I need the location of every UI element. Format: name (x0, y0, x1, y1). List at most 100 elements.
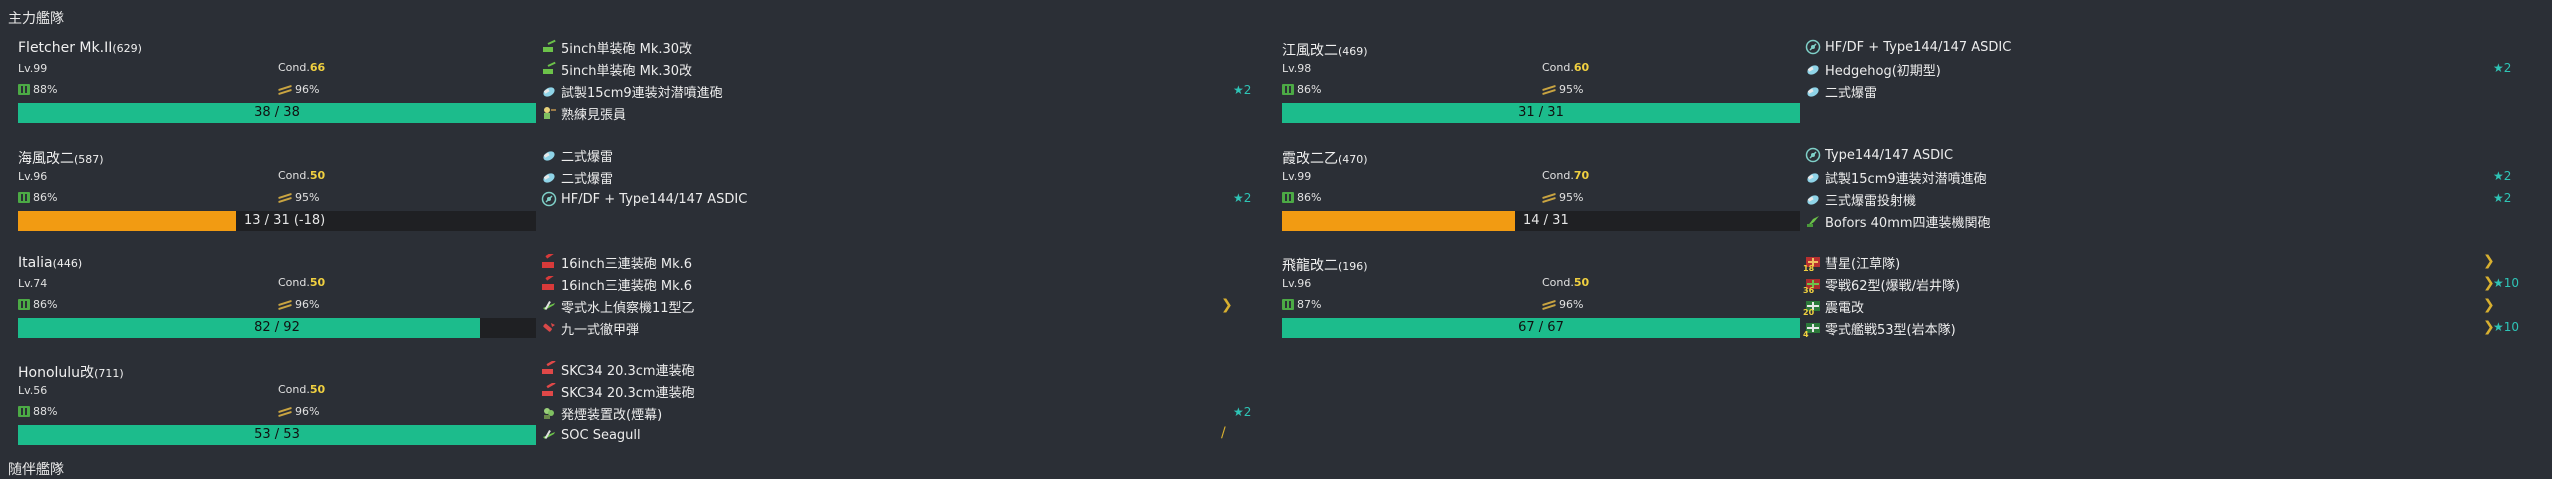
equipment-slot[interactable]: 16inch三連装砲 Mk.6 (541, 252, 1241, 272)
ammo-value: 96% (295, 83, 320, 96)
ship-name[interactable]: 海風改二(587) (18, 148, 104, 168)
equipment-slot[interactable]: 二式爆雷 (1805, 81, 2505, 101)
improvement-level: ★2 (2493, 191, 2512, 205)
equipment-slot[interactable]: 九一式徹甲弾 (541, 318, 1241, 338)
equipment-slot[interactable]: 36 零戦62型(爆戦/岩井隊) ❯ ★10 (1803, 274, 2519, 295)
ship-card: Honolulu改(711) Lv.56 Cond.50 88% 96% 53 / 53 (18, 362, 553, 462)
ship-condition: Cond.70 (1542, 169, 1589, 182)
equipment-slot[interactable]: 20 震電改 ❯ (1803, 296, 2505, 317)
ship-id: (196) (1338, 260, 1368, 273)
lookout-icon (541, 105, 557, 121)
ammo-icon (1542, 300, 1556, 310)
equipment-slot[interactable]: 16inch三連装砲 Mk.6 (541, 274, 1241, 294)
fuel-icon (18, 299, 30, 310)
depth-charge-icon (541, 169, 557, 185)
equipment-slot[interactable]: HF/DF + Type144/147 ASDIC ★2 (541, 189, 1251, 209)
equipment-slot[interactable]: Bofors 40mm四連装機関砲 (1805, 211, 2505, 231)
ship-name[interactable]: 霞改二乙(470) (1282, 148, 1368, 168)
equipment-slot[interactable]: 二式爆雷 (541, 167, 1241, 187)
ammo-value: 95% (1559, 83, 1584, 96)
ammo-status: 95% (1542, 191, 1583, 204)
hp-bar: 53 / 53 (18, 425, 536, 445)
hp-bar: 13 / 31 (-18) (18, 211, 536, 231)
equipment-slot[interactable]: Type144/147 ASDIC (1805, 145, 2505, 165)
small-gun-icon (541, 39, 557, 55)
ship-id: (629) (112, 42, 142, 55)
small-gun-icon (541, 61, 557, 77)
large-gun-icon (541, 276, 557, 292)
ship-name-text: 飛龍改二 (1282, 258, 1338, 274)
hp-text: 82 / 92 (254, 320, 300, 335)
fighter-icon: 20 (1803, 298, 1821, 317)
ship-name-text: 海風改二 (18, 151, 74, 167)
equipment-slot[interactable]: 二式爆雷 (541, 145, 1241, 165)
slot-count: 4 (1803, 330, 1809, 339)
ammo-value: 95% (1559, 191, 1584, 204)
fighter-icon: 4 (1803, 320, 1821, 339)
equipment-slot[interactable]: 熟練見張員 (541, 103, 1241, 123)
fuel-value: 88% (33, 405, 58, 418)
condition-value: 50 (309, 383, 326, 396)
equipment-slot[interactable]: HF/DF + Type144/147 ASDIC (1805, 37, 2505, 57)
ammo-value: 96% (295, 298, 320, 311)
ship-condition: Cond.50 (278, 276, 325, 289)
slot-count: 18 (1803, 264, 1815, 273)
ship-condition: Cond.50 (278, 169, 325, 182)
equipment-name: SOC Seagull (561, 427, 641, 443)
ship-name[interactable]: 飛龍改二(196) (1282, 255, 1368, 275)
equipment-slot[interactable]: SKC34 20.3cm連装砲 (541, 381, 1241, 401)
fuel-value: 86% (33, 298, 58, 311)
dive-bomber-icon: 18 (1803, 254, 1821, 273)
fuel-icon (1282, 84, 1294, 95)
hp-bar: 31 / 31 (1282, 103, 1800, 123)
equipment-slot[interactable]: 三式爆雷投射機 ★2 (1805, 189, 2511, 209)
proficiency-slash-icon: / (1221, 425, 1226, 441)
improvement-level: ★2 (2493, 61, 2512, 75)
ammo-status: 95% (278, 191, 319, 204)
ship-name[interactable]: Honolulu改(711) (18, 362, 124, 382)
equipment-slot[interactable]: 5inch単装砲 Mk.30改 (541, 37, 1241, 57)
ship-id: (469) (1338, 45, 1368, 58)
ship-id: (470) (1338, 153, 1368, 166)
equipment-slot[interactable]: SKC34 20.3cm連装砲 (541, 359, 1241, 379)
ship-condition: Cond.66 (278, 61, 325, 74)
fuel-status: 87% (1282, 298, 1321, 311)
main-fleet-title: 主力艦隊 (8, 11, 64, 27)
equipment-slot[interactable]: 試製15cm9連装対潜噴進砲 ★2 (1805, 167, 2511, 187)
equipment-slot[interactable]: SOC Seagull / (541, 425, 1241, 445)
ship-level: Lv.74 (18, 277, 48, 290)
ship-name[interactable]: Fletcher Mk.II(629) (18, 40, 142, 56)
depth-charge-icon (541, 83, 557, 99)
ship-name-text: 霞改二乙 (1282, 151, 1338, 167)
equipment-name: Type144/147 ASDIC (1825, 147, 1954, 163)
equipment-name: 九一式徹甲弾 (561, 322, 640, 338)
ship-name-text: Italia (18, 255, 53, 271)
ship-name-text: Honolulu改 (18, 365, 95, 381)
seaplane-icon (541, 427, 557, 443)
improvement-level: ★2 (1233, 191, 1252, 205)
equipment-name: 熟練見張員 (561, 107, 627, 123)
equipment-slot[interactable]: 試製15cm9連装対潜噴進砲 ★2 (541, 81, 1251, 101)
equipment-name: 試製15cm9連装対潜噴進砲 (561, 85, 723, 101)
ship-card: 海風改二(587) Lv.96 Cond.50 86% 95% 13 / 31 (-18) (18, 148, 553, 248)
slot-count: 36 (1803, 286, 1815, 295)
equipment-slot[interactable]: 零式水上偵察機11型乙 ❯ (541, 296, 1241, 316)
ship-name[interactable]: 江風改二(469) (1282, 40, 1368, 60)
depth-charge-icon (1805, 169, 1821, 185)
fuel-value: 88% (33, 83, 58, 96)
equipment-slot[interactable]: 18 彗星(江草隊) ❯ (1803, 252, 2505, 273)
equipment-name: 16inch三連装砲 Mk.6 (561, 278, 693, 294)
equipment-slot[interactable]: 4 零式艦戦53型(岩本隊) ❯ ★10 (1803, 318, 2519, 339)
sonar-icon (541, 191, 557, 207)
equipment-name: 零式艦戦53型(岩本隊) (1825, 322, 1956, 338)
smoke-icon (541, 405, 557, 421)
improvement-level: ★10 (2493, 276, 2520, 290)
equipment-slot[interactable]: 発煙装置改(煙幕) ★2 (541, 403, 1251, 423)
equipment-slot[interactable]: 5inch単装砲 Mk.30改 (541, 59, 1241, 79)
ship-condition: Cond.50 (1542, 276, 1589, 289)
ship-name[interactable]: Italia(446) (18, 255, 82, 271)
depth-charge-icon (1805, 191, 1821, 207)
equipment-slot[interactable]: Hedgehog(初期型) ★2 (1805, 59, 2511, 79)
seaplane-icon (541, 298, 557, 314)
condition-value: 60 (1573, 61, 1590, 74)
